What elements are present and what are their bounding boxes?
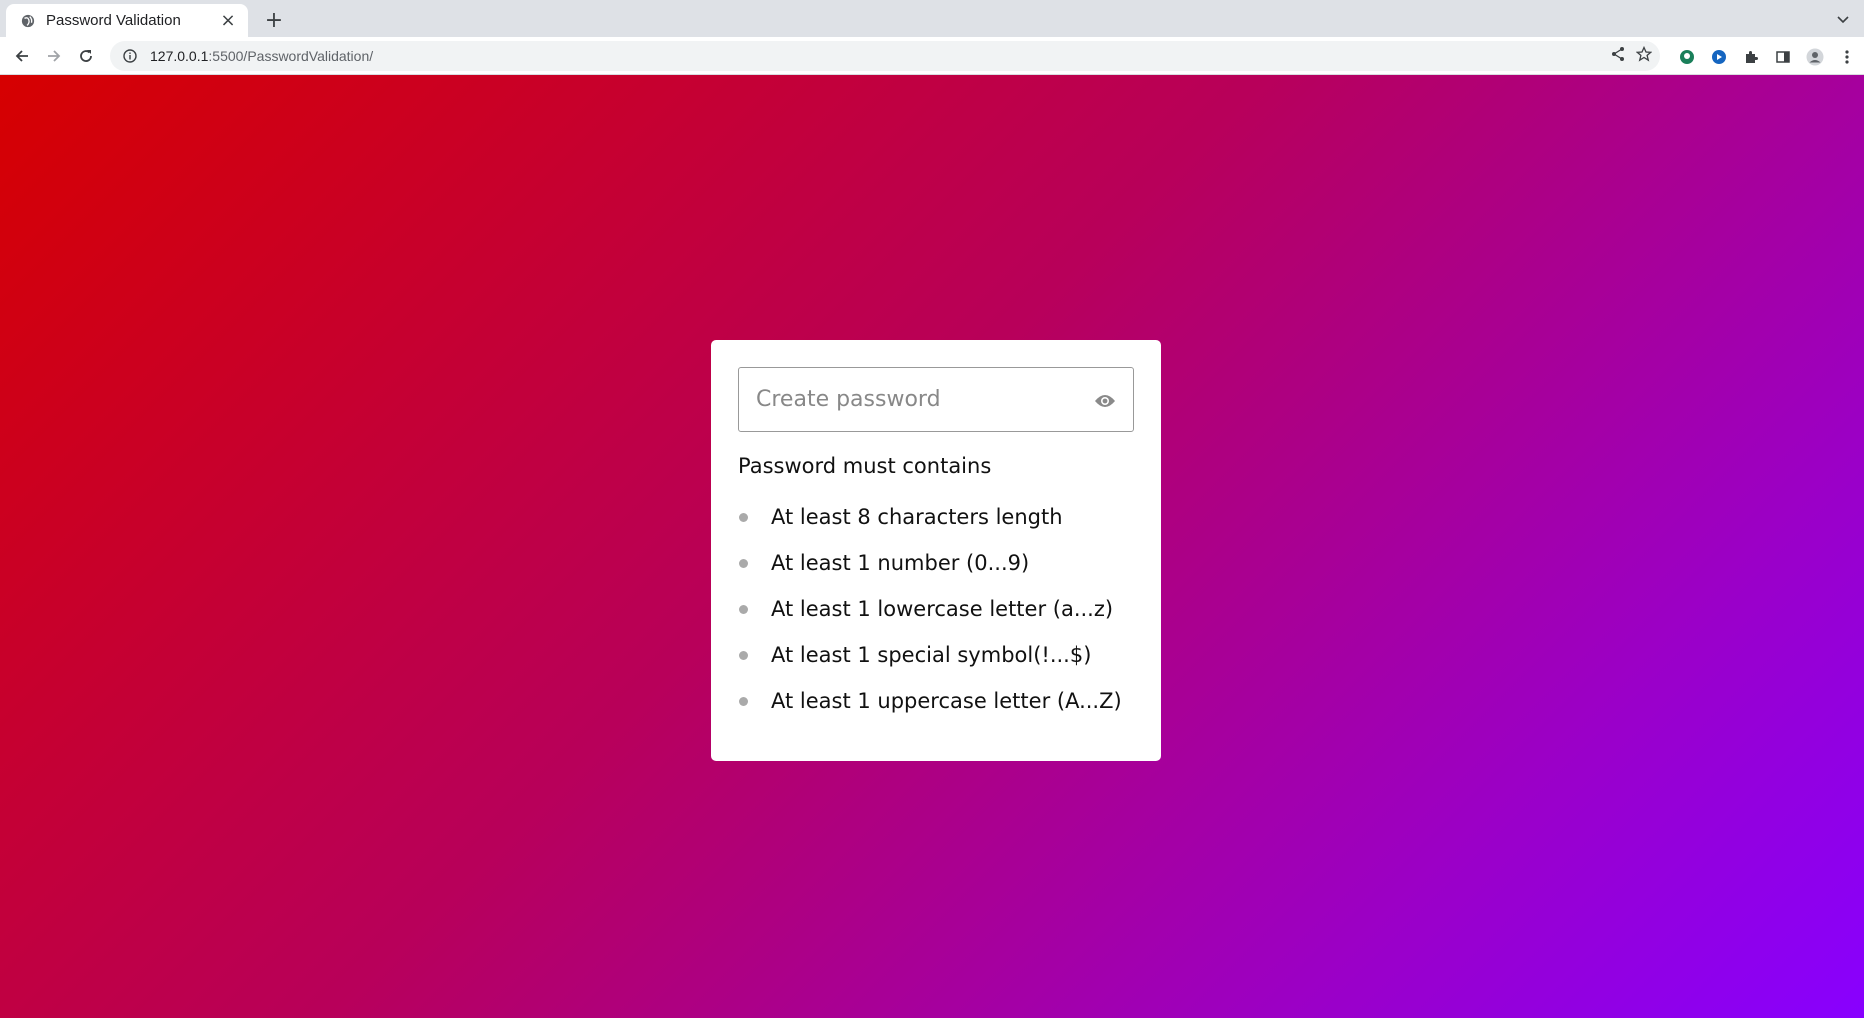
- tab-strip: Password Validation × +: [0, 0, 1864, 37]
- kebab-menu-icon[interactable]: [1836, 46, 1858, 68]
- requirements-title: Password must contains: [738, 454, 992, 478]
- close-tab-icon[interactable]: ×: [218, 10, 238, 31]
- requirement-item: At least 1 number (0...9): [738, 540, 1134, 586]
- bullet-dot: [739, 604, 748, 614]
- requirement-text: At least 1 number (0...9): [771, 551, 1030, 575]
- profile-avatar-icon[interactable]: [1804, 46, 1826, 68]
- browser-toolbar: 127.0.0.1:5500/PasswordValidation/: [0, 37, 1864, 75]
- bullet-dot: [739, 512, 748, 522]
- chevron-down-icon[interactable]: [1832, 8, 1854, 30]
- extension-blue-icon[interactable]: [1708, 46, 1730, 68]
- eye-icon[interactable]: [1093, 389, 1117, 413]
- password-card: Password must contains At least 8 charac…: [711, 340, 1161, 761]
- forward-icon[interactable]: [40, 42, 68, 70]
- url-host: 127.0.0.1: [150, 48, 209, 64]
- password-field: [738, 367, 1134, 432]
- requirement-text: At least 8 characters length: [771, 505, 1063, 529]
- side-panel-icon[interactable]: [1772, 46, 1794, 68]
- back-icon[interactable]: [8, 42, 36, 70]
- requirement-text: At least 1 lowercase letter (a...z): [771, 597, 1114, 621]
- requirement-text: At least 1 uppercase letter (A...Z): [771, 689, 1122, 713]
- password-input[interactable]: [739, 368, 1133, 431]
- requirement-item: At least 1 special symbol(!...$): [738, 632, 1134, 678]
- share-icon[interactable]: [1610, 46, 1626, 66]
- page-background: Password must contains At least 8 charac…: [0, 75, 1864, 1018]
- bullet-dot: [739, 650, 748, 660]
- requirement-item: At least 1 uppercase letter (A...Z): [738, 678, 1134, 724]
- address-bar[interactable]: 127.0.0.1:5500/PasswordValidation/: [110, 41, 1660, 71]
- puzzle-icon[interactable]: [1740, 46, 1762, 68]
- extension-green-icon[interactable]: [1676, 46, 1698, 68]
- requirement-text: At least 1 special symbol(!...$): [771, 643, 1092, 667]
- bullet-dot: [739, 696, 748, 706]
- info-icon[interactable]: [120, 46, 140, 66]
- requirements-list: At least 8 characters length At least 1 …: [738, 494, 1134, 724]
- url-text: 127.0.0.1:5500/PasswordValidation/: [150, 48, 373, 64]
- bookmark-star-icon[interactable]: [1635, 45, 1653, 66]
- tab-title: Password Validation: [46, 12, 181, 29]
- bullet-dot: [739, 558, 748, 568]
- globe-icon: [20, 13, 36, 29]
- browser-tab[interactable]: Password Validation ×: [6, 4, 248, 37]
- requirement-item: At least 8 characters length: [738, 494, 1134, 540]
- requirement-item: At least 1 lowercase letter (a...z): [738, 586, 1134, 632]
- new-tab-button[interactable]: +: [260, 6, 288, 34]
- reload-icon[interactable]: [72, 42, 100, 70]
- url-path: :5500/PasswordValidation/: [208, 48, 374, 64]
